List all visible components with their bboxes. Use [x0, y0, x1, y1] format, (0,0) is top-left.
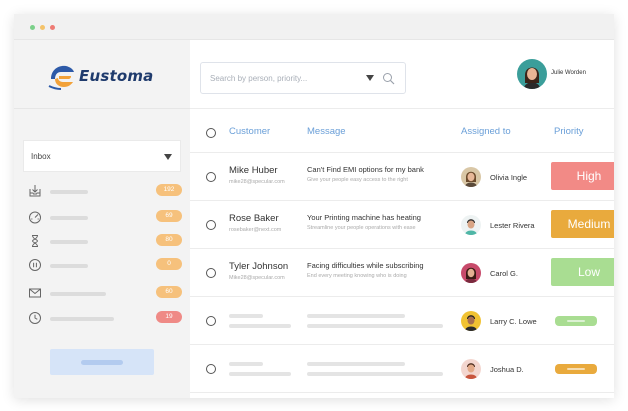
app-window: Eustoma Inbox 192 69 80 0 60 19 Search b… — [14, 14, 614, 398]
message-preview: Streamline your people operations with e… — [307, 225, 416, 231]
search-box[interactable] — [200, 62, 406, 94]
column-header-assigned[interactable]: Assigned to — [461, 126, 511, 137]
customer-email: mike28@specular.com — [229, 179, 285, 185]
priority-indicator[interactable] — [555, 364, 597, 374]
customer-email-placeholder — [229, 372, 291, 376]
agent-name: Joshua D. — [490, 365, 524, 374]
sidebar: Eustoma Inbox 192 69 80 0 60 19 — [14, 40, 190, 398]
sidebar-item-label-placeholder — [50, 190, 88, 194]
message-title: Your Printing machine has heating — [307, 213, 421, 222]
priority-badge[interactable]: Low — [551, 258, 614, 286]
agent-avatar — [461, 263, 481, 283]
sidebar-item-inbox[interactable]: 192 — [28, 184, 182, 198]
agent-name: Olivia Ingle — [490, 173, 528, 182]
priority-badge[interactable]: High — [551, 162, 614, 190]
count-badge: 19 — [156, 311, 182, 323]
table-row[interactable]: Tyler Johnson Mike28@specular.com Facing… — [190, 249, 614, 297]
table-row[interactable]: Larry C. Lowe — [190, 297, 614, 345]
eustoma-logo-icon — [48, 65, 74, 90]
user-name: Julie Worden — [551, 70, 586, 76]
customer-email-placeholder — [229, 324, 291, 328]
window-titlebar — [14, 14, 614, 40]
row-checkbox[interactable] — [206, 316, 216, 326]
pause-circle-icon — [29, 259, 41, 271]
message-preview-placeholder — [307, 372, 443, 376]
message-title-placeholder — [307, 314, 405, 318]
mail-icon — [29, 288, 41, 298]
row-checkbox[interactable] — [206, 268, 216, 278]
customer-email: Mike28@specular.com — [229, 275, 285, 281]
customer-name: Tyler Johnson — [229, 261, 289, 272]
agent-name: Larry C. Lowe — [490, 317, 537, 326]
customer-email: rosebaker@next.com — [229, 227, 282, 233]
column-header-message[interactable]: Message — [307, 126, 346, 137]
count-badge: 60 — [156, 286, 182, 298]
sidebar-item-mail[interactable]: 60 — [28, 286, 182, 300]
inbox-download-icon — [29, 185, 41, 197]
count-badge: 0 — [156, 258, 182, 270]
search-icon[interactable] — [382, 72, 395, 85]
row-checkbox[interactable] — [206, 172, 216, 182]
inbox-dropdown[interactable]: Inbox — [23, 140, 181, 172]
table-header-row: Customer Message Assigned to Priority — [190, 109, 614, 153]
customer-name-placeholder — [229, 362, 263, 366]
priority-indicator[interactable] — [555, 316, 597, 326]
window-dot-green[interactable] — [30, 25, 35, 30]
button-label-placeholder — [81, 360, 123, 365]
message-preview: End every meeting knowing who is doing — [307, 273, 407, 279]
column-header-customer[interactable]: Customer — [229, 126, 270, 137]
agent-avatar — [461, 167, 481, 187]
sidebar-item-on-hold[interactable]: 0 — [28, 258, 182, 272]
count-badge: 192 — [156, 184, 182, 196]
dashboard-gauge-icon — [29, 211, 41, 224]
count-badge: 69 — [156, 210, 182, 222]
priority-badge[interactable]: Medium — [551, 210, 614, 238]
window-dot-red[interactable] — [50, 25, 55, 30]
message-preview: Give your people easy access to the righ… — [307, 177, 408, 183]
hourglass-icon — [32, 235, 38, 247]
chevron-down-icon — [164, 154, 172, 160]
brand-area: Eustoma — [14, 40, 190, 109]
agent-avatar — [461, 359, 481, 379]
agent-avatar — [461, 311, 481, 331]
agent-avatar — [461, 215, 481, 235]
chevron-down-icon[interactable] — [366, 75, 374, 81]
message-title-placeholder — [307, 362, 405, 366]
user-avatar[interactable] — [517, 59, 547, 89]
sidebar-item-dashboard[interactable]: 69 — [28, 210, 182, 224]
clock-icon — [29, 312, 41, 324]
sidebar-item-label-placeholder — [50, 264, 88, 268]
user-avatar-image — [517, 59, 547, 89]
sidebar-item-pending[interactable]: 80 — [28, 234, 182, 248]
sidebar-action-button[interactable] — [50, 349, 154, 375]
sidebar-item-label-placeholder — [50, 240, 88, 244]
message-preview-placeholder — [307, 324, 443, 328]
window-dot-yellow[interactable] — [40, 25, 45, 30]
message-title: Can't Find EMI options for my bank — [307, 165, 424, 174]
row-checkbox[interactable] — [206, 364, 216, 374]
sidebar-item-label-placeholder — [50, 317, 114, 321]
select-all-checkbox[interactable] — [206, 128, 216, 138]
agent-name: Lester Rivera — [490, 221, 535, 230]
agent-name: Carol G. — [490, 269, 518, 278]
table-row[interactable]: Rose Baker rosebaker@next.com Your Print… — [190, 201, 614, 249]
customer-name: Rose Baker — [229, 213, 279, 224]
table-row[interactable]: Joshua D. — [190, 345, 614, 393]
tickets-table: Customer Message Assigned to Priority Mi… — [190, 109, 614, 398]
message-title: Facing difficulties while subscribing — [307, 261, 424, 270]
header-bar: Julie Worden — [190, 40, 614, 109]
sidebar-item-label-placeholder — [50, 216, 88, 220]
brand-name: Eustoma — [79, 67, 154, 85]
row-checkbox[interactable] — [206, 220, 216, 230]
sidebar-item-label-placeholder — [50, 292, 106, 296]
customer-name: Mike Huber — [229, 165, 278, 176]
search-input[interactable] — [210, 71, 360, 85]
count-badge: 80 — [156, 234, 182, 246]
column-header-priority[interactable]: Priority — [554, 126, 584, 137]
table-row[interactable]: Mike Huber mike28@specular.com Can't Fin… — [190, 153, 614, 201]
customer-name-placeholder — [229, 314, 263, 318]
inbox-dropdown-label: Inbox — [31, 152, 51, 161]
sidebar-item-history[interactable]: 19 — [28, 311, 182, 325]
